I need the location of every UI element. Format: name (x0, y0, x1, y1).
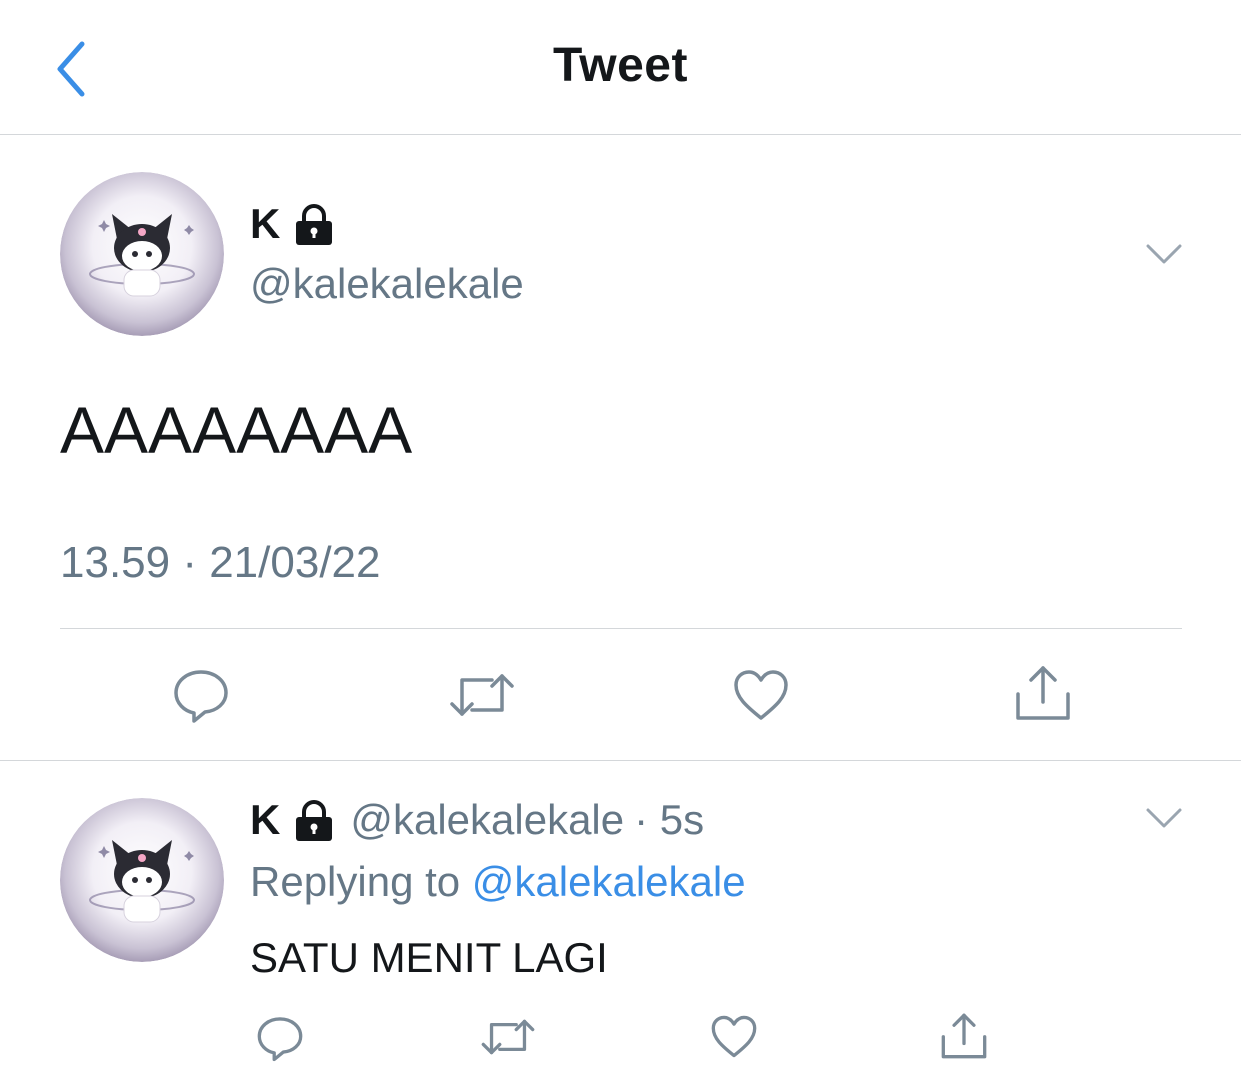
reply-author[interactable]: K (250, 796, 336, 844)
reply-options-button[interactable] (1144, 802, 1184, 832)
author-name[interactable]: K (250, 200, 280, 248)
tweet-text: AAAAAAAA (60, 393, 413, 467)
author-name-row: K (250, 200, 336, 248)
avatar[interactable] (60, 172, 224, 336)
avatar-image (60, 172, 224, 336)
navigation-bar: Tweet (0, 0, 1241, 135)
like-button[interactable] (710, 1014, 758, 1059)
tweet-timestamp[interactable]: 13.59 · 21/03/22 (60, 538, 380, 588)
reply-button[interactable] (172, 666, 230, 724)
chevron-down-icon (1146, 244, 1182, 264)
like-icon (734, 670, 788, 720)
retweet-button[interactable] (480, 1016, 536, 1058)
lock-icon (296, 800, 333, 841)
like-button[interactable] (732, 668, 790, 722)
chevron-down-icon (1146, 808, 1182, 828)
avatar-image (60, 798, 224, 962)
reply-age: · 5s (634, 796, 705, 843)
retweet-icon (450, 674, 514, 716)
replying-to-line: Replying to @kalekalekale (250, 858, 746, 906)
share-icon (1016, 666, 1070, 720)
reply-author-name: K (250, 796, 281, 843)
reply-author-handle[interactable]: @kalekalekale (350, 796, 624, 844)
divider (60, 628, 1182, 629)
tweet-options-button[interactable] (1144, 238, 1184, 268)
avatar[interactable] (60, 798, 224, 962)
reply-header: K @kalekalekale · 5s (250, 796, 704, 844)
lock-icon (296, 204, 333, 245)
reply-button[interactable] (256, 1014, 304, 1062)
reply-icon (257, 1017, 303, 1062)
retweet-button[interactable] (448, 670, 516, 720)
replying-to-mention[interactable]: @kalekalekale (472, 858, 746, 905)
share-button[interactable] (940, 1012, 988, 1060)
author-handle[interactable]: @kalekalekale (250, 260, 524, 308)
share-icon (941, 1013, 987, 1059)
share-button[interactable] (1014, 664, 1072, 722)
page-title: Tweet (553, 39, 688, 92)
reply-text: SATU MENIT LAGI (250, 934, 608, 981)
reply-icon (174, 670, 228, 723)
like-icon (711, 1015, 757, 1058)
divider (0, 760, 1241, 761)
replying-to-label: Replying to (250, 858, 461, 905)
retweet-icon (481, 1019, 535, 1055)
